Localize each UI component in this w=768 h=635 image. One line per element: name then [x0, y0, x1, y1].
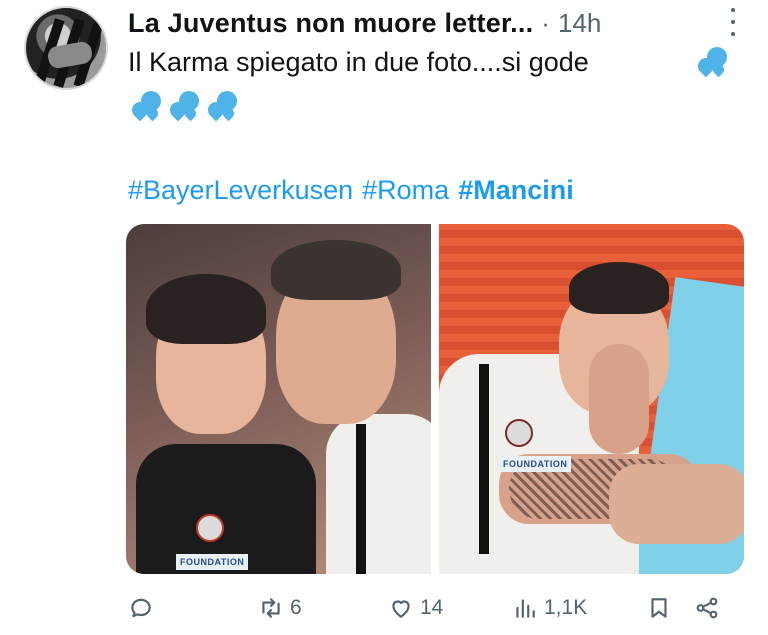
like-count: 14 [420, 596, 444, 619]
jersey-stripe [479, 364, 489, 554]
competition-badge [196, 514, 224, 542]
views-button[interactable]: 1,1K [512, 590, 587, 626]
separator: · [541, 7, 550, 38]
views-count: 1,1K [544, 596, 588, 619]
reply-icon [131, 598, 151, 618]
player-hair [146, 274, 266, 344]
knee [609, 464, 744, 544]
sweat-droplets-icon [204, 86, 242, 122]
repost-icon [262, 598, 280, 618]
like-button[interactable]: 14 [388, 590, 443, 626]
photo-crying[interactable]: FOUNDATION [439, 224, 744, 574]
reply-button[interactable] [128, 590, 160, 626]
sweat-droplets-icon [166, 86, 204, 122]
author-name[interactable]: La Juventus non muore letter... [128, 8, 533, 39]
white-jersey [326, 414, 431, 574]
media-grid: FOUNDATION FOUNDATION [126, 224, 744, 574]
bookmark-icon [651, 598, 667, 618]
hashtag-roma[interactable]: #Roma [362, 175, 449, 206]
bookmark-button[interactable] [646, 590, 672, 626]
more-options-icon[interactable] [728, 8, 738, 36]
share-icon [696, 597, 718, 619]
repost-count: 6 [290, 596, 302, 619]
post-header: La Juventus non muore letter... · 14h [128, 6, 728, 40]
action-bar: 6 14 1,1K [128, 590, 728, 630]
photo-confrontation[interactable]: FOUNDATION [126, 224, 431, 574]
player-hair [271, 240, 401, 300]
heart-icon [392, 600, 410, 618]
views-icon [516, 599, 535, 618]
sleeve-label: FOUNDATION [176, 554, 249, 570]
hashtag-mancini[interactable]: #Mancini [458, 175, 574, 206]
sweat-droplets-icon [128, 86, 166, 122]
hashtags: #BayerLeverkusen #Roma #Mancini [128, 175, 574, 206]
timestamp[interactable]: 14h [558, 8, 601, 39]
repost-button[interactable]: 6 [258, 590, 302, 626]
post-text: Il Karma spiegato in due foto....si gode [128, 47, 589, 77]
share-button[interactable] [694, 590, 720, 626]
player-hair [569, 262, 669, 314]
competition-badge [505, 419, 533, 447]
emoji-row [128, 86, 242, 122]
sweat-droplets-icon [694, 42, 732, 78]
hashtag-bayerleverkusen[interactable]: #BayerLeverkusen [128, 175, 353, 206]
avatar[interactable] [24, 6, 108, 90]
jersey-stripe [356, 424, 366, 574]
sleeve-label: FOUNDATION [499, 456, 572, 472]
hand-on-face [589, 344, 649, 454]
